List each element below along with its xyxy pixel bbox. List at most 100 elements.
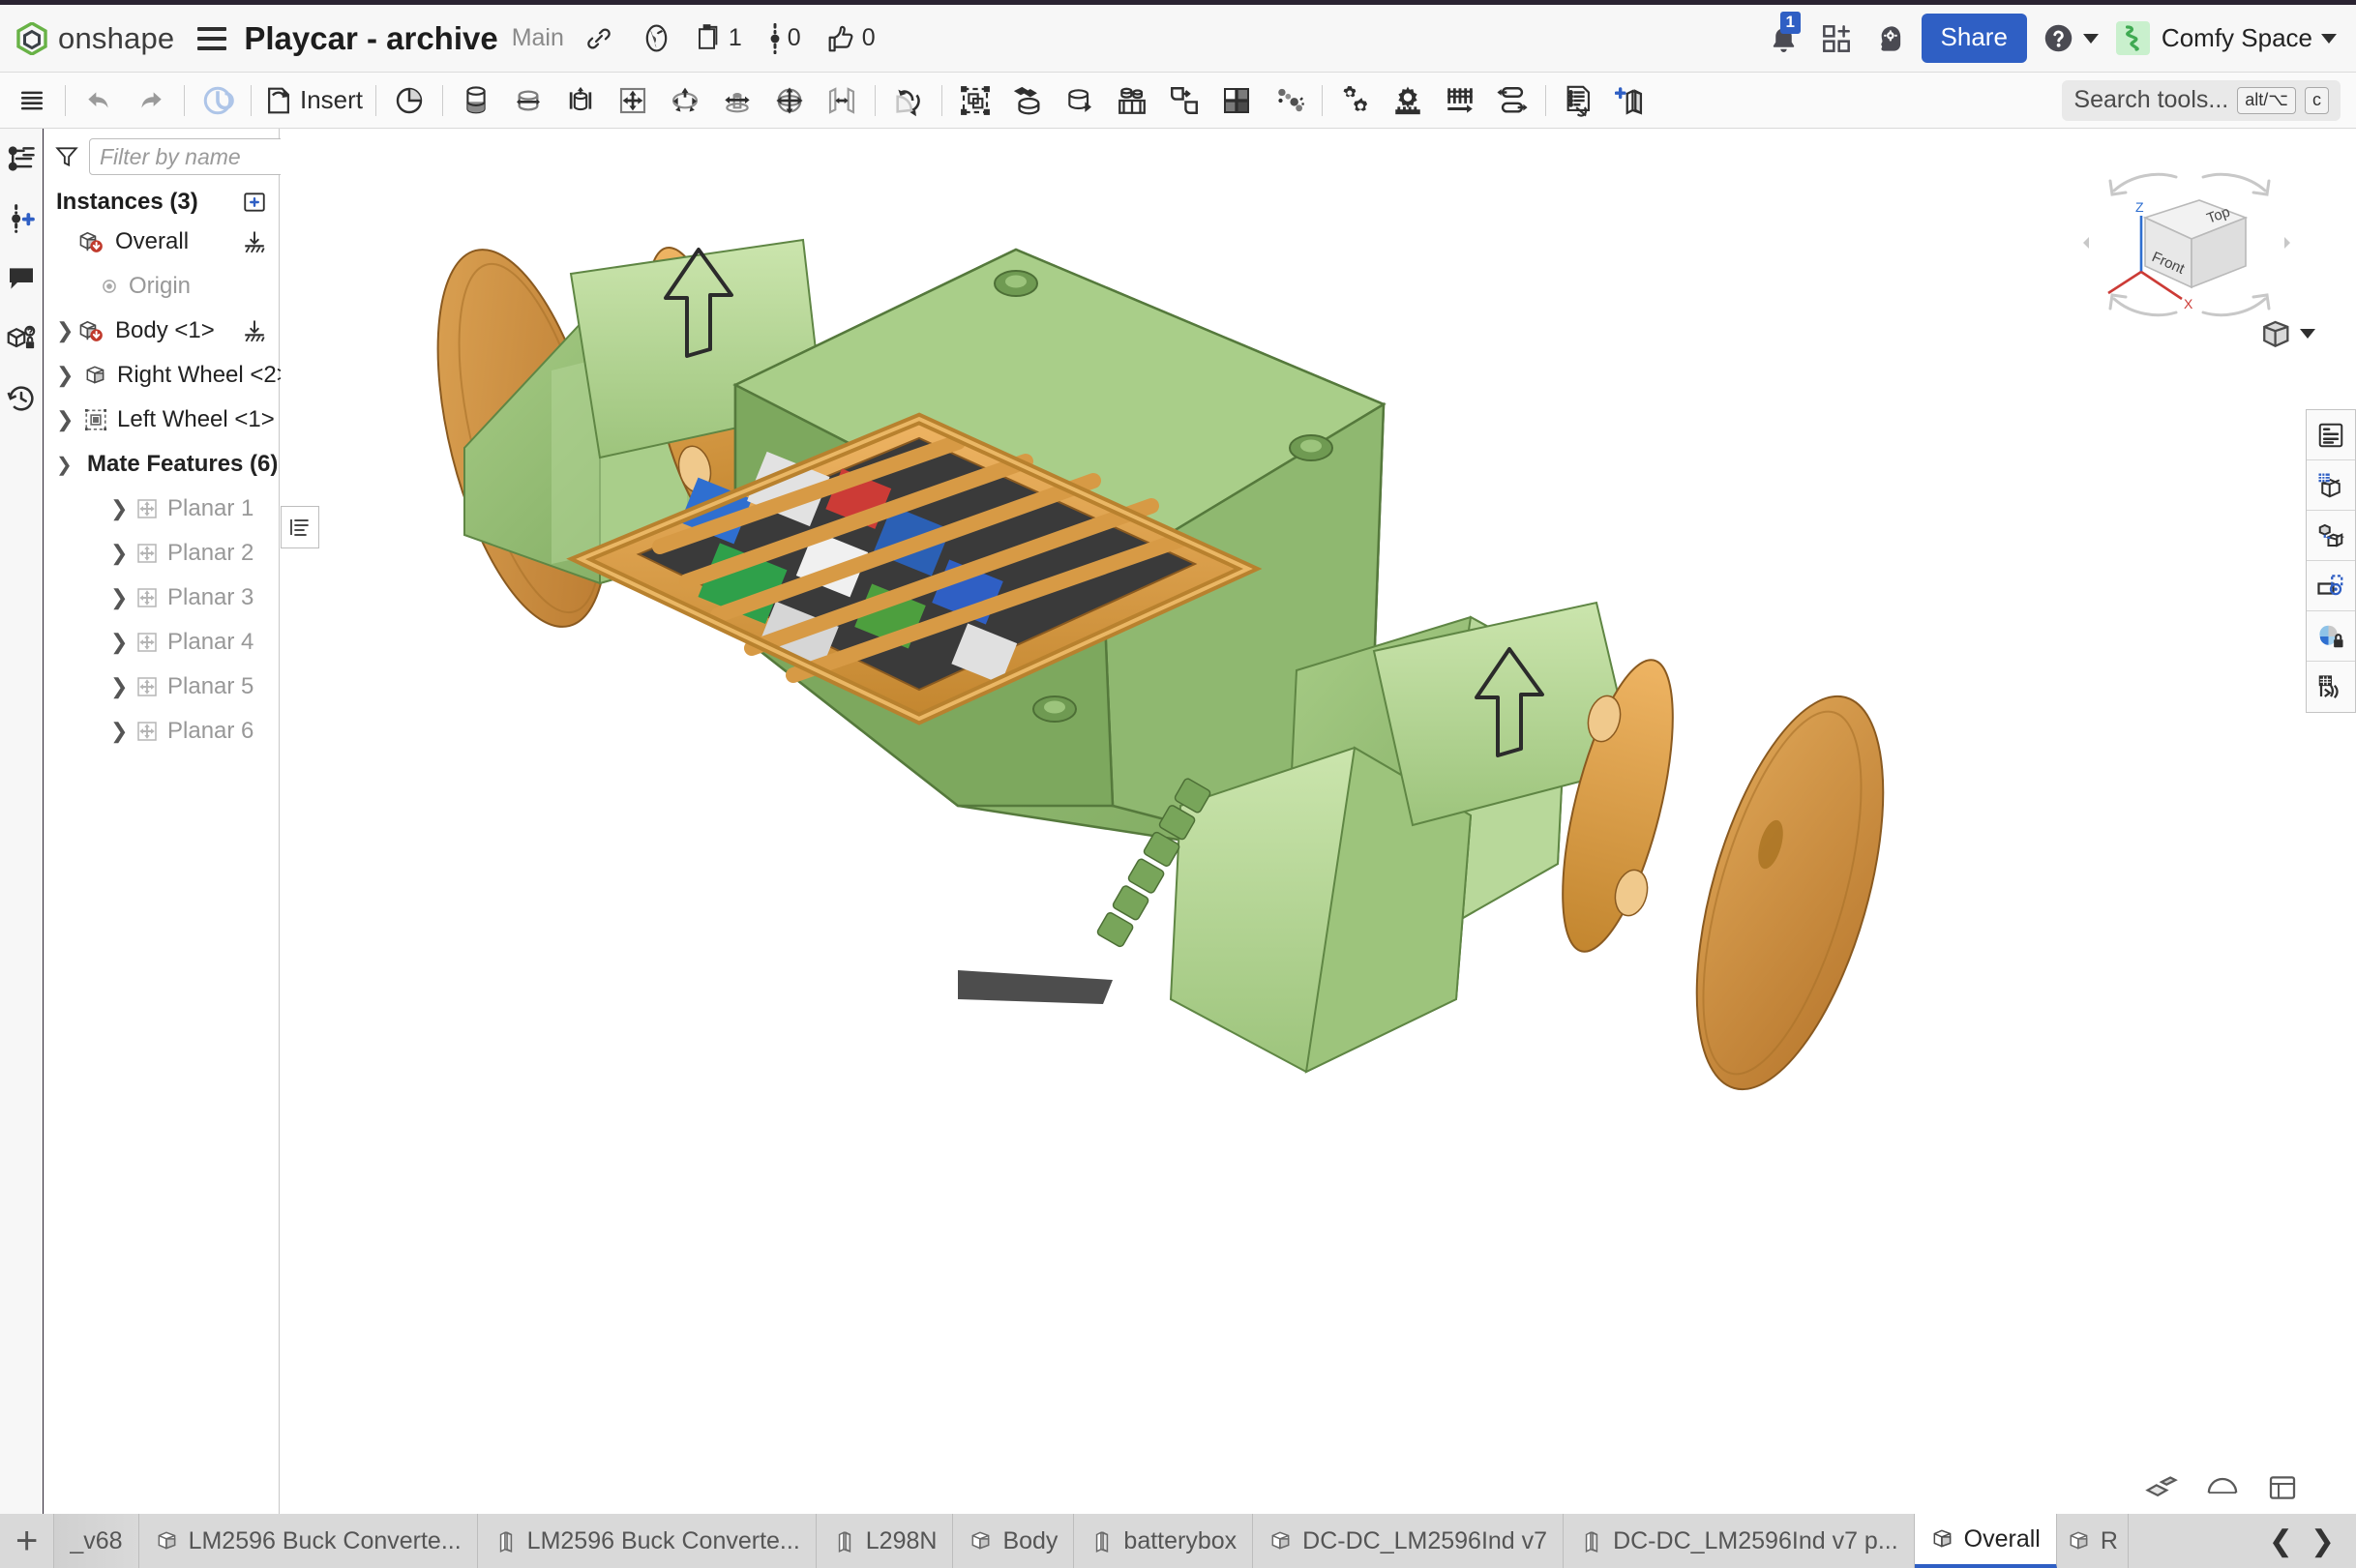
document-title[interactable]: Playcar - archive — [244, 20, 497, 57]
tree-node-body[interactable]: ❯ Body <1> — [45, 309, 279, 353]
replace-instance-icon[interactable] — [1110, 79, 1154, 122]
tab-body[interactable]: Body — [953, 1514, 1074, 1568]
transform-instance-icon[interactable] — [2307, 511, 2355, 561]
tab-l298n[interactable]: L298N — [817, 1514, 954, 1568]
chevron-right-icon[interactable]: ❯ — [56, 407, 77, 432]
cylindrical-mate-icon[interactable] — [663, 79, 707, 122]
tree-node-overall[interactable]: Overall — [45, 220, 279, 264]
view-cube[interactable]: Top Front Z X — [2075, 158, 2298, 332]
tab-batterybox[interactable]: batterybox — [1074, 1514, 1253, 1568]
insert-button[interactable]: Insert — [264, 85, 363, 116]
comments-icon[interactable] — [0, 249, 43, 309]
tree-node-mate[interactable]: ❯ Planar 1 — [45, 487, 279, 531]
revert-icon[interactable] — [195, 79, 240, 122]
view-mode-button[interactable] — [2260, 318, 2315, 349]
tab-lm2596-buck-converter-1[interactable]: LM2596 Buck Converte... — [139, 1514, 478, 1568]
hamburger-icon[interactable] — [197, 27, 226, 50]
boolean-icon[interactable] — [1162, 79, 1207, 122]
history-clock-icon[interactable] — [0, 369, 43, 429]
replicate-icon[interactable] — [1005, 79, 1050, 122]
chevron-right-icon[interactable]: ❯ — [56, 363, 77, 388]
appearance-lock-icon[interactable] — [2307, 611, 2355, 662]
rack-pinion-icon[interactable] — [1386, 79, 1430, 122]
user-name[interactable]: Comfy Space — [2162, 23, 2312, 53]
display-state-icon[interactable] — [1557, 79, 1601, 122]
chevron-right-icon[interactable]: ❯ — [110, 541, 132, 566]
tab-dcdc-lm2596ind-v7-p[interactable]: DC-DC_LM2596Ind v7 p... — [1564, 1514, 1915, 1568]
view-mode-chevron-down-icon[interactable] — [2300, 329, 2315, 339]
help-icon[interactable] — [2043, 22, 2074, 54]
chevron-down-icon[interactable]: ❯ — [56, 453, 77, 477]
chevron-left-icon[interactable]: ❮ — [2269, 1524, 2293, 1558]
pin-slot-mate-icon[interactable] — [715, 79, 760, 122]
section-view-icon[interactable] — [2307, 460, 2355, 511]
tree-node-origin[interactable]: Origin — [45, 264, 279, 309]
assembly-list-toggle-button[interactable] — [281, 506, 319, 548]
help-chevron-down-icon[interactable] — [2083, 34, 2099, 44]
display-state-icon[interactable] — [2267, 1473, 2298, 1502]
chevron-right-icon[interactable]: ❯ — [110, 585, 132, 610]
tab-v68[interactable]: _v68 — [54, 1514, 138, 1568]
screw-relation-icon[interactable] — [1438, 79, 1482, 122]
chevron-right-icon[interactable]: ❯ — [110, 719, 132, 744]
onshape-logo-icon[interactable] — [15, 22, 48, 55]
render-icon[interactable] — [2307, 662, 2355, 712]
gear-relation-icon[interactable] — [1333, 79, 1378, 122]
tree-node-right-wheel[interactable]: ❯ Right Wheel <2> — [45, 353, 279, 398]
avatar[interactable] — [2116, 21, 2150, 55]
notifications-bell-icon[interactable]: 1 — [1768, 22, 1800, 54]
pattern-icon[interactable] — [1214, 79, 1259, 122]
likes-count[interactable]: 0 — [826, 24, 876, 53]
ai-assistant-icon[interactable] — [1873, 23, 1904, 54]
chevron-right-icon[interactable]: ❯ — [110, 674, 132, 699]
tangent-mate-icon[interactable] — [886, 79, 931, 122]
filter-icon[interactable] — [54, 144, 79, 169]
parallel-mate-icon[interactable] — [820, 79, 864, 122]
branches-count[interactable]: 0 — [767, 23, 801, 54]
onshape-wordmark[interactable]: onshape — [58, 21, 174, 56]
share-button[interactable]: Share — [1922, 14, 2027, 63]
transform-icon[interactable] — [1058, 79, 1102, 122]
undo-icon[interactable] — [76, 79, 121, 122]
tree-node-mate[interactable]: ❯ Planar 5 — [45, 665, 279, 709]
assembly-list-icon[interactable] — [2307, 410, 2355, 460]
ball-mate-icon[interactable] — [767, 79, 812, 122]
mate-features-header[interactable]: ❯ Mate Features (6) — [45, 442, 279, 487]
redo-icon[interactable] — [129, 79, 173, 122]
slider-mate-icon[interactable] — [558, 79, 603, 122]
chevron-right-icon[interactable]: ❯ — [110, 630, 132, 655]
add-instance-icon[interactable] — [242, 190, 267, 215]
search-input[interactable]: Search tools... alt/⌥ c — [2062, 80, 2341, 121]
user-chevron-down-icon[interactable] — [2321, 34, 2337, 44]
planar-mate-icon[interactable] — [611, 79, 655, 122]
linear-relation-icon[interactable] — [1490, 79, 1535, 122]
tab-r[interactable]: R — [2057, 1514, 2129, 1568]
insert-part-studio-icon[interactable] — [1609, 79, 1654, 122]
chevron-right-icon[interactable]: ❯ — [56, 318, 77, 343]
add-branch-icon[interactable] — [0, 189, 43, 249]
hide-show-icon[interactable] — [2205, 1473, 2240, 1502]
link-icon[interactable] — [585, 25, 612, 52]
add-tab-button[interactable]: + — [0, 1514, 54, 1568]
history-icon[interactable] — [387, 79, 432, 122]
explode-icon[interactable] — [1267, 79, 1311, 122]
tree-node-left-wheel[interactable]: ❯ Left Wheel <1> — [45, 398, 279, 442]
tree-node-mate[interactable]: ❯ Planar 4 — [45, 620, 279, 665]
chevron-right-icon[interactable]: ❯ — [110, 496, 132, 521]
part-permissions-icon[interactable] — [0, 309, 43, 369]
tree-node-mate[interactable]: ❯ Planar 6 — [45, 709, 279, 754]
fastened-mate-icon[interactable] — [454, 79, 498, 122]
tree-node-mate[interactable]: ❯ Planar 2 — [45, 531, 279, 576]
measure-icon[interactable] — [2145, 1473, 2178, 1502]
versions-branches-icon[interactable] — [0, 129, 43, 189]
copies-count[interactable]: 1 — [697, 24, 742, 53]
group-icon[interactable] — [953, 79, 998, 122]
named-view-icon[interactable] — [2307, 561, 2355, 611]
tab-lm2596-buck-converter-2[interactable]: LM2596 Buck Converte... — [478, 1514, 817, 1568]
3d-viewport[interactable]: Top Front Z X — [281, 129, 2356, 1514]
tab-dcdc-lm2596ind-v7[interactable]: DC-DC_LM2596Ind v7 — [1253, 1514, 1564, 1568]
revolute-mate-icon[interactable] — [506, 79, 551, 122]
apps-grid-icon[interactable] — [1821, 23, 1852, 54]
chevron-right-icon[interactable]: ❯ — [2311, 1524, 2335, 1558]
tab-overall[interactable]: Overall — [1915, 1514, 2057, 1568]
